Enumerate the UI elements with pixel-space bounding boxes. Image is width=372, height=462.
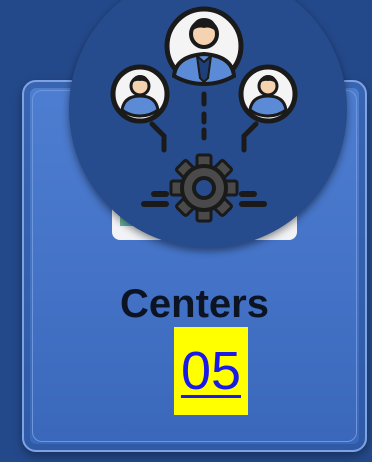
organization-network-icon xyxy=(110,6,298,223)
centers-label: Centers xyxy=(120,282,269,326)
centers-count-link[interactable]: 05 xyxy=(174,327,248,415)
